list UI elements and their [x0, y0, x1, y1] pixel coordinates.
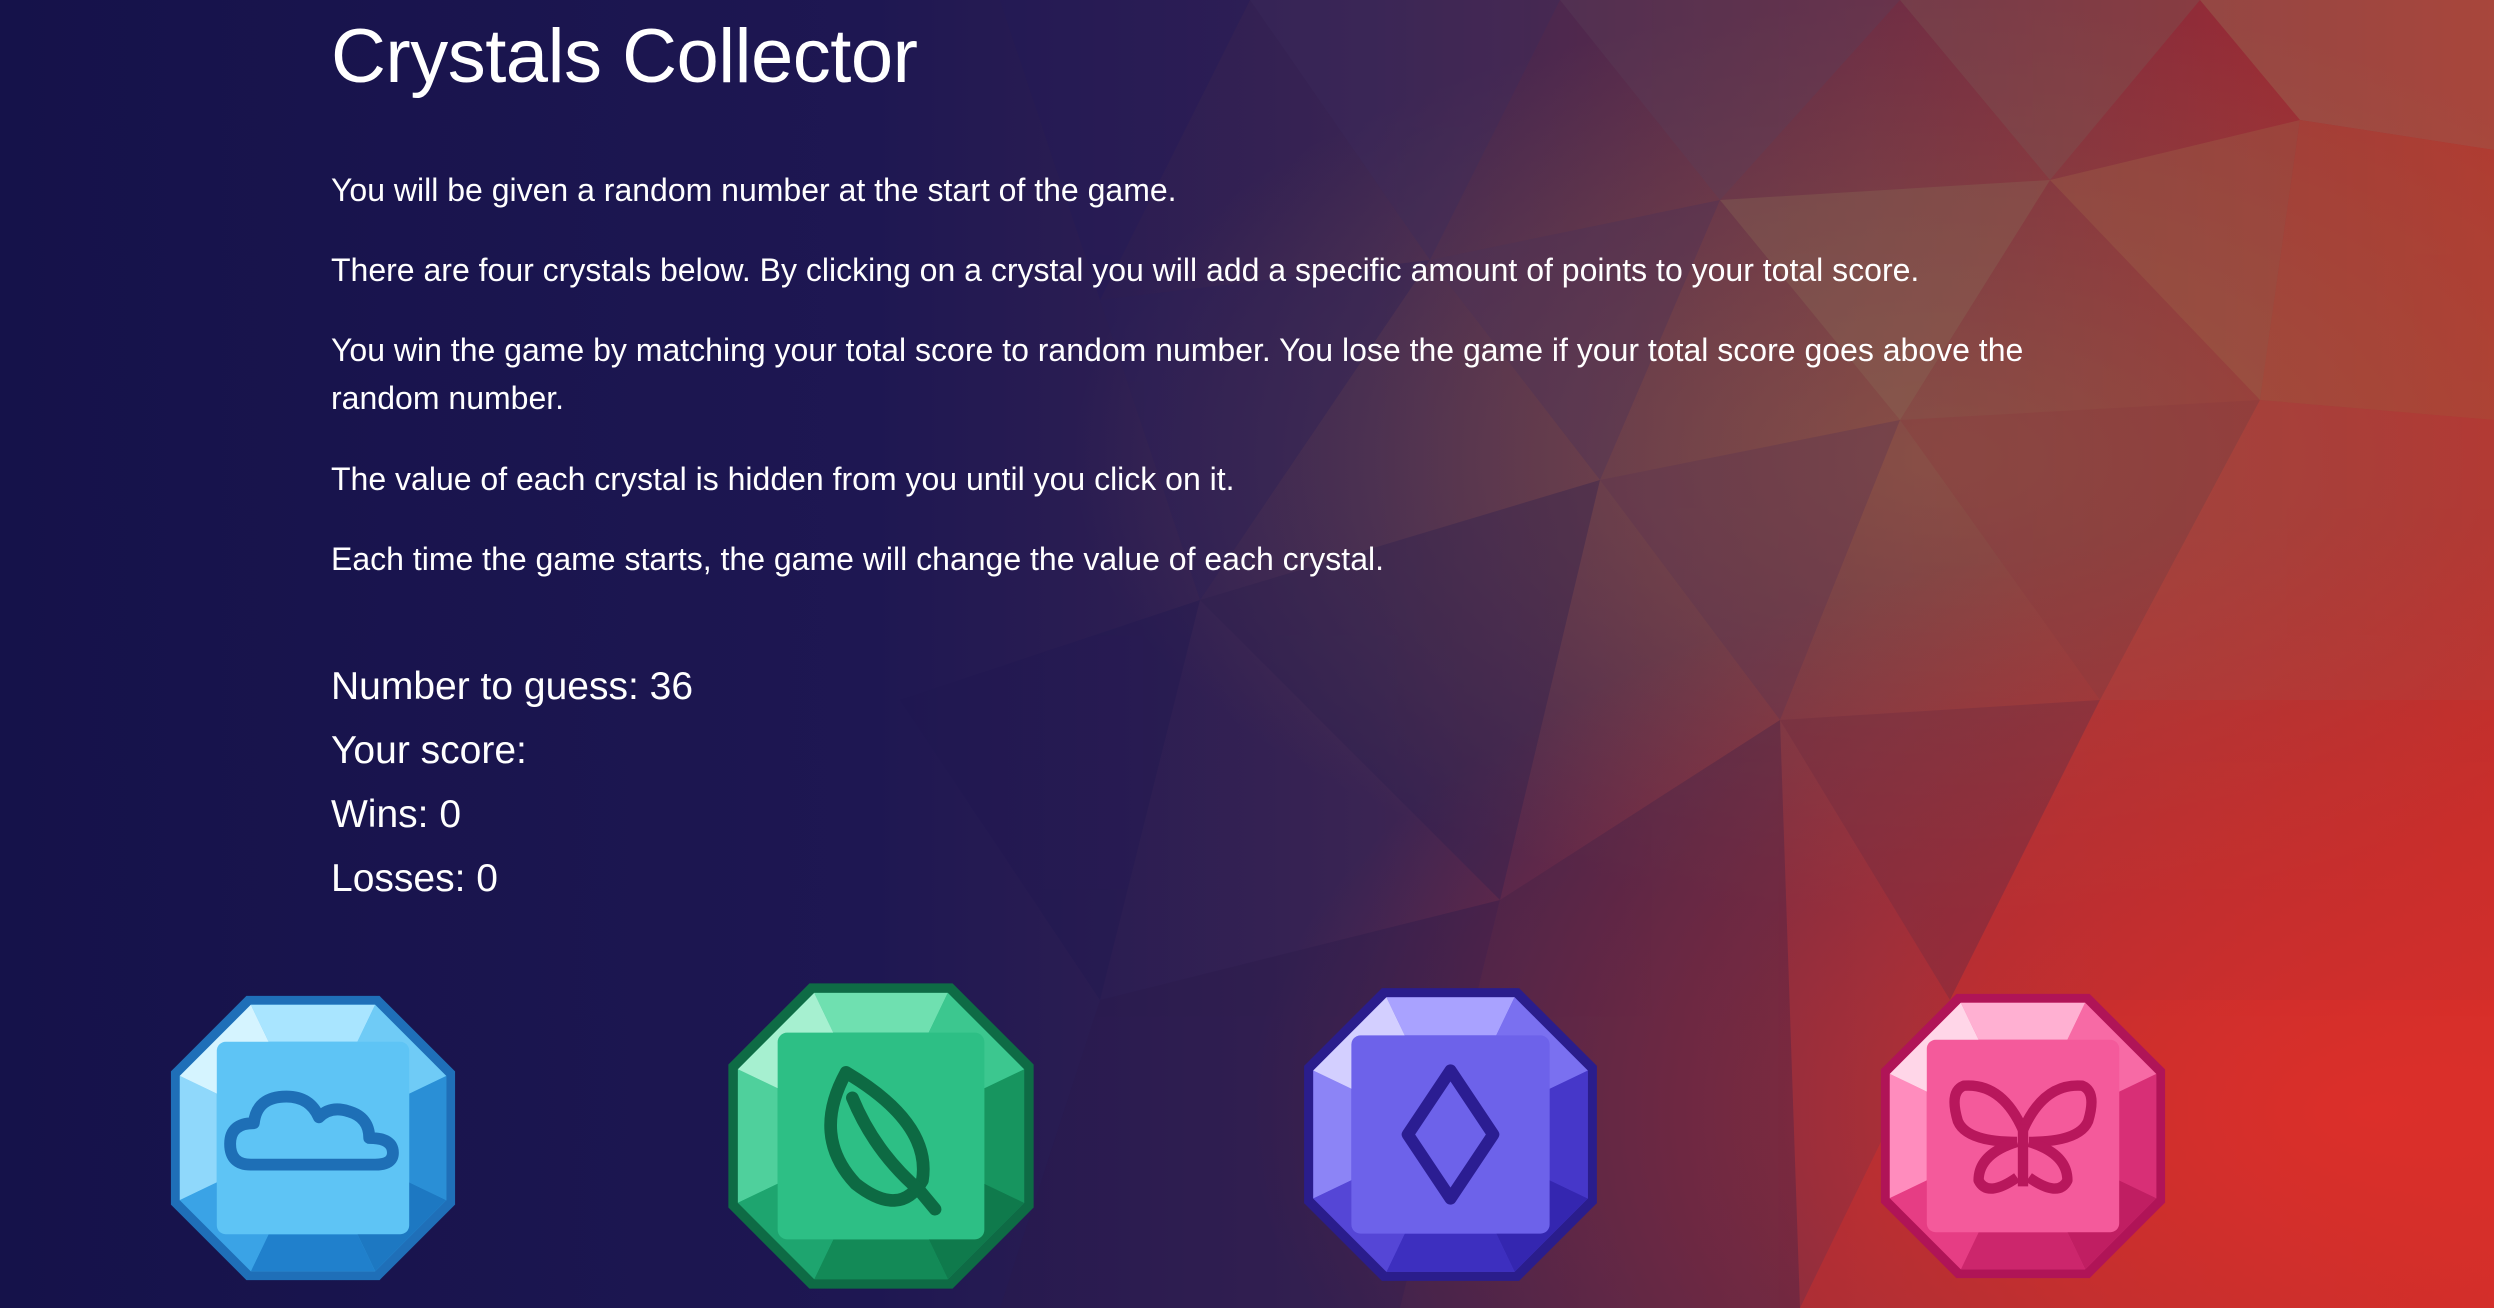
instruction-random-number: You will be given a random number at the…	[331, 172, 1177, 208]
wins-count: Wins: 0	[331, 793, 462, 836]
crystal-blue-button[interactable]	[165, 990, 461, 1286]
page-title: Crystals Collector	[331, 14, 918, 99]
instruction-value-change: Each time the game starts, the game will…	[331, 541, 1384, 577]
crystal-green-gem	[728, 983, 1034, 1289]
your-score: Your score:	[331, 729, 527, 772]
crystal-pink-gem	[1880, 993, 2166, 1279]
instruction-four-crystals: There are four crystals below. By clicki…	[331, 252, 1920, 288]
crystal-green-button[interactable]	[722, 977, 1040, 1295]
instruction-hidden-value: The value of each crystal is hidden from…	[331, 461, 1235, 497]
crystal-purple-gem	[1304, 988, 1597, 1281]
instruction-win-lose: You win the game by matching your total …	[331, 332, 2024, 416]
crystal-pink-button[interactable]	[1875, 988, 2171, 1284]
losses-count: Losses: 0	[331, 857, 498, 900]
crystal-blue-gem	[170, 995, 456, 1281]
crystal-purple-button[interactable]	[1298, 982, 1603, 1287]
number-to-guess: Number to guess: 36	[331, 665, 694, 708]
